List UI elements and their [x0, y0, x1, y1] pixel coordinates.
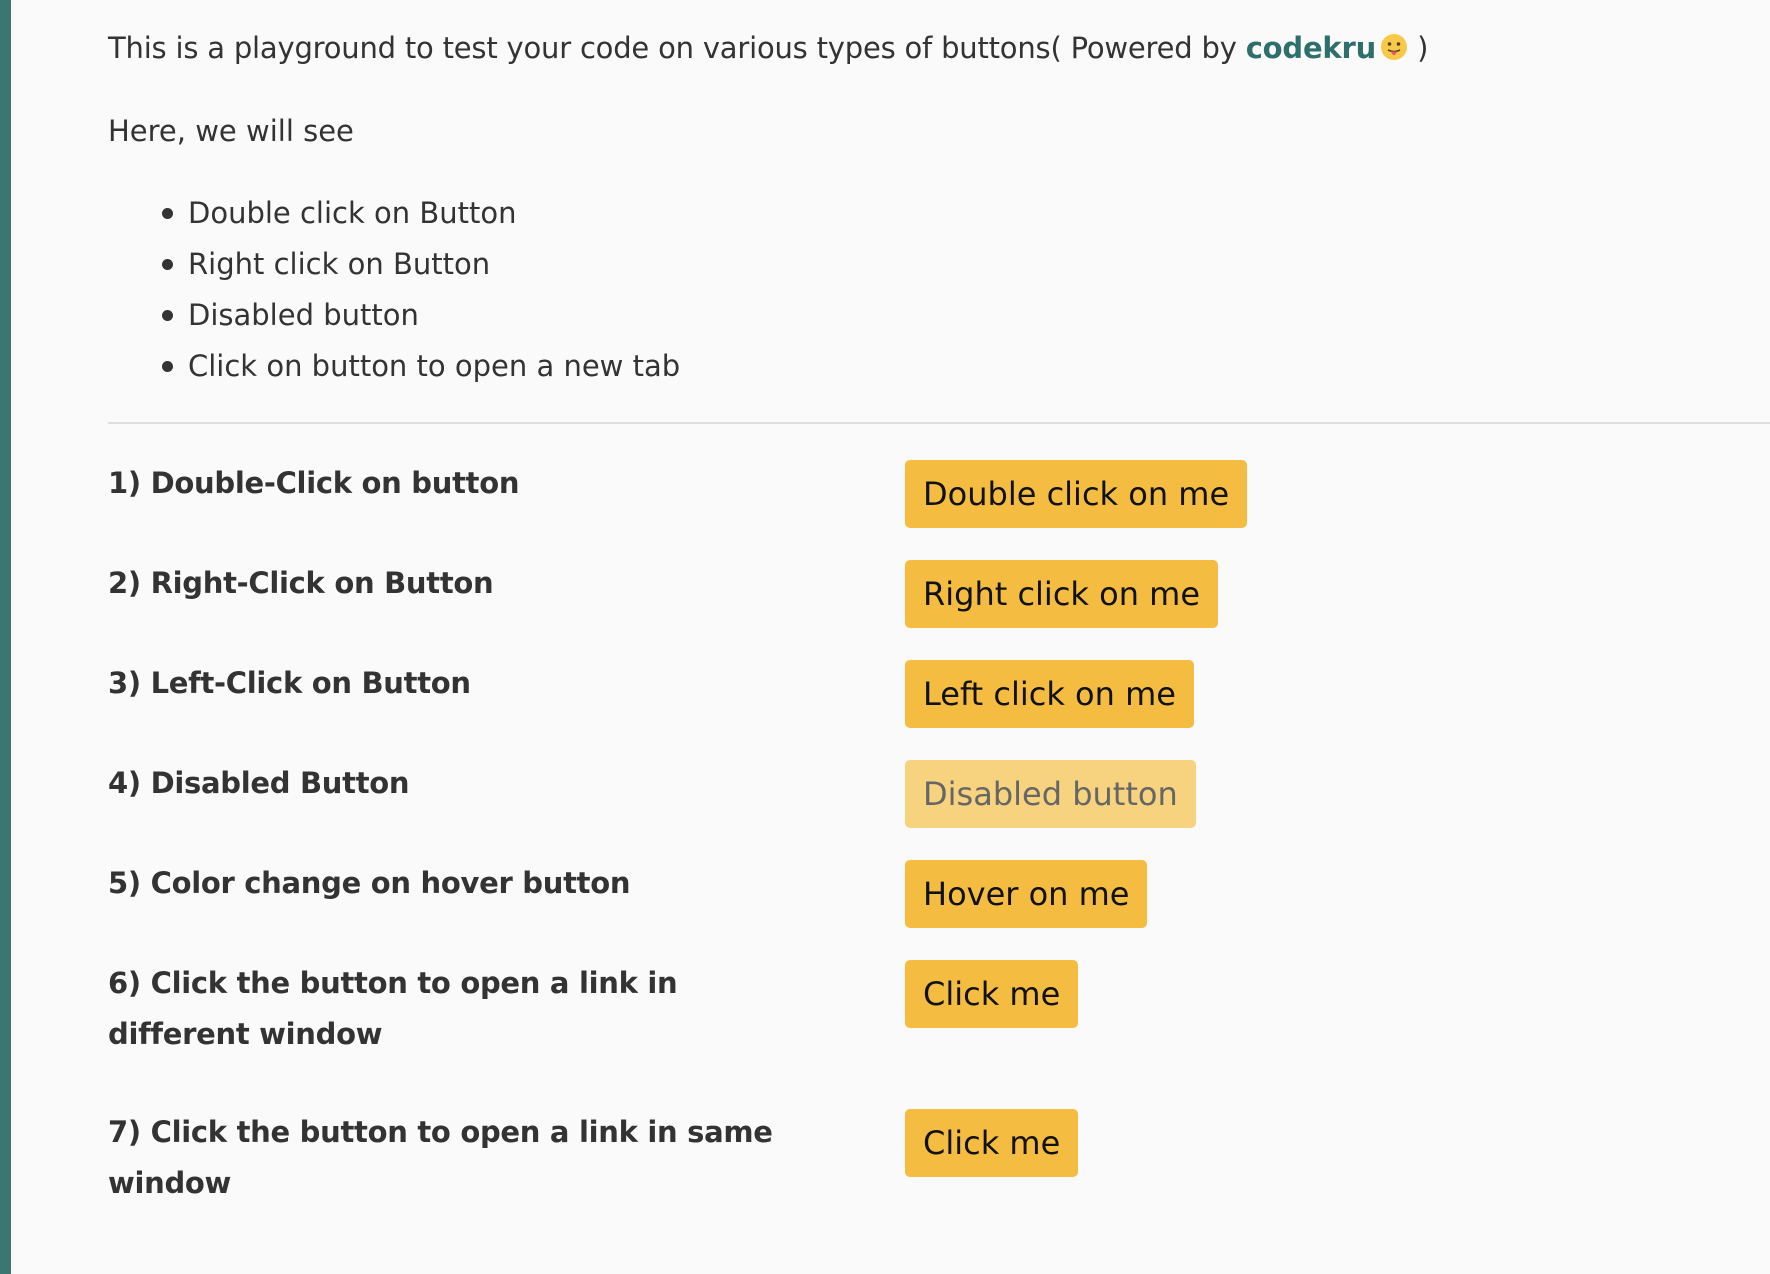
row-label: 4) Disabled Button: [108, 766, 410, 800]
intro-text: This is a playground to test your code o…: [108, 28, 1428, 68]
bullet-icon: [162, 361, 173, 372]
face-with-tongue-icon: [1380, 31, 1408, 60]
list-item-label: Click on button to open a new tab: [188, 349, 681, 383]
codekru-link[interactable]: codekru: [1246, 31, 1377, 65]
feature-list: Double click on Button Right click on Bu…: [108, 193, 680, 397]
row-label: 3) Left-Click on Button: [108, 666, 471, 700]
disabled-button: Disabled button: [905, 760, 1196, 828]
row-label: 1) Double-Click on button: [108, 466, 520, 500]
list-item: Click on button to open a new tab: [108, 346, 680, 397]
intro-text-before: This is a playground to test your code o…: [108, 31, 1246, 65]
list-item-label: Double click on Button: [188, 196, 517, 230]
intro-text-after: ): [1408, 31, 1429, 65]
list-item: Right click on Button: [108, 244, 680, 295]
section-divider: [108, 422, 1770, 424]
row-label: 5) Color change on hover button: [108, 866, 631, 900]
open-link-new-window-button[interactable]: Click me: [905, 960, 1079, 1028]
row-label: 6) Click the button to open a link in di…: [108, 966, 678, 1051]
list-item: Double click on Button: [108, 193, 680, 244]
row-label: 2) Right-Click on Button: [108, 566, 494, 600]
open-link-same-window-button[interactable]: Click me: [905, 1109, 1079, 1177]
row-label: 7) Click the button to open a link in sa…: [108, 1115, 773, 1200]
left-click-button[interactable]: Left click on me: [905, 660, 1194, 728]
left-accent-bar: [0, 0, 11, 1274]
list-item-label: Disabled button: [188, 298, 419, 332]
hover-button[interactable]: Hover on me: [905, 860, 1148, 928]
right-click-button[interactable]: Right click on me: [905, 560, 1218, 628]
bullet-icon: [162, 259, 173, 270]
double-click-button[interactable]: Double click on me: [905, 460, 1248, 528]
list-item-label: Right click on Button: [188, 247, 491, 281]
bullet-icon: [162, 208, 173, 219]
subhead: Here, we will see: [108, 114, 354, 148]
list-item: Disabled button: [108, 295, 680, 346]
bullet-icon: [162, 310, 173, 321]
